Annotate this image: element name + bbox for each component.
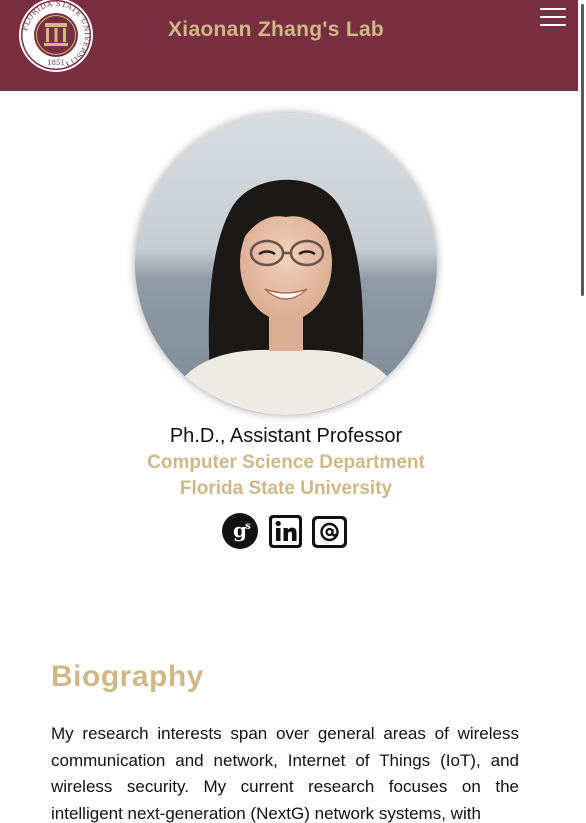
hamburger-menu-icon[interactable] — [540, 6, 566, 28]
page: FLORIDA STATE UNIVERSITY 1851 Xiaonan Zh… — [0, 0, 586, 823]
biography-heading: Biography — [51, 660, 204, 693]
profile-university: Florida State University — [179, 478, 393, 499]
google-scholar-icon[interactable]: g s — [222, 513, 258, 549]
profile-department: Computer Science Department — [147, 452, 425, 473]
email-icon[interactable] — [312, 516, 347, 548]
portrait-image — [135, 113, 437, 415]
fsu-seal-logo[interactable]: FLORIDA STATE UNIVERSITY 1851 — [18, 0, 94, 72]
scrollbar-thumb[interactable] — [581, 4, 584, 296]
svg-text:s: s — [245, 521, 251, 532]
linkedin-icon[interactable] — [268, 514, 303, 549]
profile-role: Ph.D., Assistant Professor — [169, 425, 403, 447]
logo-year: 1851 — [47, 59, 65, 67]
navbar: FLORIDA STATE UNIVERSITY 1851 Xiaonan Zh… — [0, 0, 578, 91]
profile-portrait — [135, 113, 437, 415]
site-title[interactable]: Xiaonan Zhang's Lab — [168, 18, 384, 42]
biography-text: My research interests span over general … — [51, 724, 519, 823]
